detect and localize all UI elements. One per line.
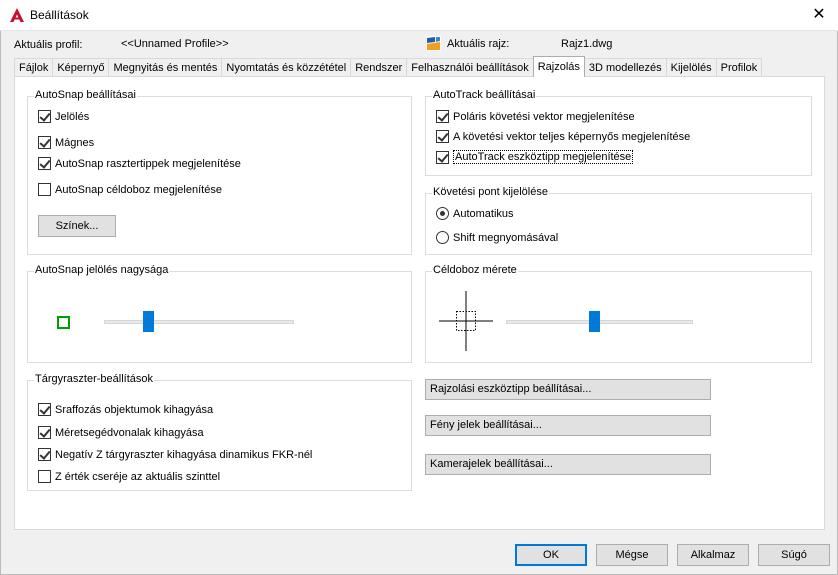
tab-profiles[interactable]: Profilok — [715, 58, 763, 77]
replace-z-checkbox[interactable] — [38, 470, 51, 483]
full-screen-vector-label: A követési vektor teljes képernyős megje… — [453, 130, 691, 143]
tab-display[interactable]: Képernyő — [52, 58, 110, 77]
tab-drafting[interactable]: Rajzolás — [532, 56, 585, 77]
tab-3d-modeling[interactable]: 3D modellezés — [583, 58, 667, 77]
autotrack-settings-title: AutoTrack beállításai — [432, 89, 537, 101]
drawing-file-icon — [426, 36, 441, 51]
camera-glyph-settings-button[interactable]: Kamerajelek beállításai... — [425, 454, 711, 475]
ignore-hatch-checkbox[interactable] — [38, 403, 51, 416]
automatic-option[interactable]: Automatikus — [436, 207, 514, 220]
aperture-size-group: Céldoboz mérete — [425, 264, 812, 363]
full-screen-vector-checkbox[interactable] — [436, 130, 449, 143]
shift-option[interactable]: Shift megnyomásával — [436, 231, 558, 244]
polar-vector-checkbox[interactable] — [436, 110, 449, 123]
drawing-label: Aktuális rajz: — [447, 38, 510, 50]
tab-open-save[interactable]: Megnyitás és mentés — [108, 58, 223, 77]
colors-button[interactable]: Színek... — [38, 215, 116, 237]
tab-strip: Fájlok Képernyő Megnyitás és mentés Nyom… — [14, 56, 763, 77]
marker-size-slider-thumb[interactable] — [143, 311, 155, 332]
tab-system[interactable]: Rendszer — [350, 58, 408, 77]
magnet-label: Mágnes — [55, 136, 95, 149]
shift-label: Shift megnyomásával — [453, 231, 559, 244]
polar-vector-option[interactable]: Poláris követési vektor megjelenítése — [436, 110, 635, 123]
autosnap-aperture-option[interactable]: AutoSnap céldoboz megjelenítése — [38, 183, 222, 196]
ignore-negative-z-option[interactable]: Negatív Z tárgyraszter kihagyása dinamik… — [38, 448, 312, 461]
ignore-hatch-label: Sraffozás objektumok kihagyása — [55, 403, 214, 416]
tab-selection[interactable]: Kijelölés — [665, 58, 717, 77]
marker-preview-icon — [57, 316, 70, 329]
automatic-radio[interactable] — [436, 207, 449, 220]
title-bar: Beállítások ✕ — [0, 0, 838, 31]
aperture-box-checkbox[interactable] — [38, 183, 51, 196]
ignore-negative-z-label: Negatív Z tárgyraszter kihagyása dinamik… — [55, 448, 313, 461]
replace-z-label: Z érték cseréje az aktuális szinttel — [55, 470, 221, 483]
object-snap-group: Tárgyraszter-beállítások Sraffozás objek… — [27, 373, 412, 491]
polar-vector-label: Poláris követési vektor megjelenítése — [453, 110, 635, 123]
marker-size-title: AutoSnap jelölés nagysága — [34, 264, 170, 276]
replace-z-option[interactable]: Z érték cseréje az aktuális szinttel — [38, 470, 220, 483]
magnet-checkbox[interactable] — [38, 136, 51, 149]
full-screen-vector-option[interactable]: A követési vektor teljes képernyős megje… — [436, 130, 690, 143]
marker-size-slider-track[interactable] — [104, 320, 294, 324]
object-snap-title: Tárgyraszter-beállítások — [34, 373, 154, 385]
autosnap-magnet-option[interactable]: Mágnes — [38, 136, 94, 149]
tracking-point-group: Követési pont kijelölése Automatikus Shi… — [425, 186, 812, 255]
autosnap-settings-group: AutoSnap beállításai Jelölés Mágnes Auto… — [27, 89, 412, 255]
shift-radio[interactable] — [436, 231, 449, 244]
cancel-button[interactable]: Mégse — [596, 544, 668, 566]
tracking-point-title: Követési pont kijelölése — [432, 186, 549, 198]
tab-user-preferences[interactable]: Felhasználói beállítások — [406, 58, 534, 77]
ignore-hatch-option[interactable]: Sraffozás objektumok kihagyása — [38, 403, 213, 416]
autotrack-tooltip-checkbox[interactable] — [436, 150, 449, 164]
window-title: Beállítások — [30, 8, 89, 22]
autotrack-settings-group: AutoTrack beállításai Poláris követési v… — [425, 89, 812, 176]
autosnap-marker-option[interactable]: Jelölés — [38, 110, 89, 123]
autosnap-tooltip-label: AutoSnap rasztertippek megjelenítése — [55, 157, 241, 170]
drafting-tab-panel: AutoSnap beállításai Jelölés Mágnes Auto… — [14, 76, 825, 530]
marker-size-group: AutoSnap jelölés nagysága — [27, 264, 412, 363]
drafting-tooltip-settings-button[interactable]: Rajzolási eszköztipp beállításai... — [425, 379, 711, 400]
ok-button[interactable]: OK — [515, 544, 587, 566]
lights-glyph-settings-button[interactable]: Fény jelek beállításai... — [425, 415, 711, 436]
drawing-value: Rajz1.dwg — [561, 38, 613, 50]
profile-label: Aktuális profil: — [14, 39, 83, 51]
close-icon[interactable]: ✕ — [808, 4, 830, 26]
ignore-dimension-checkbox[interactable] — [38, 426, 51, 439]
tab-files[interactable]: Fájlok — [14, 58, 54, 77]
aperture-box-label: AutoSnap céldoboz megjelenítése — [55, 183, 222, 196]
aperture-size-slider-thumb[interactable] — [588, 311, 600, 332]
tab-plot-publish[interactable]: Nyomtatás és közzététel — [221, 58, 352, 77]
autosnap-tooltip-checkbox[interactable] — [38, 157, 51, 170]
autosnap-settings-title: AutoSnap beállításai — [34, 89, 137, 101]
ignore-dimension-option[interactable]: Méretsegédvonalak kihagyása — [38, 426, 204, 439]
automatic-label: Automatikus — [453, 207, 514, 220]
autotrack-tooltip-option[interactable]: AutoTrack eszköztipp megjelenítése — [436, 150, 634, 164]
marker-checkbox[interactable] — [38, 110, 51, 123]
help-button[interactable]: Súgó — [758, 544, 830, 566]
ignore-dimension-label: Méretsegédvonalak kihagyása — [55, 426, 204, 439]
aperture-size-title: Céldoboz mérete — [432, 264, 518, 276]
autotrack-tooltip-label: AutoTrack eszköztipp megjelenítése — [453, 150, 634, 164]
marker-label: Jelölés — [55, 110, 90, 123]
autocad-app-icon — [9, 7, 25, 23]
profile-value: <<Unnamed Profile>> — [121, 38, 229, 50]
aperture-preview-icon — [439, 291, 493, 351]
autosnap-tooltip-option[interactable]: AutoSnap rasztertippek megjelenítése — [38, 157, 241, 170]
ignore-negative-z-checkbox[interactable] — [38, 448, 51, 461]
apply-button[interactable]: Alkalmaz — [677, 544, 749, 566]
